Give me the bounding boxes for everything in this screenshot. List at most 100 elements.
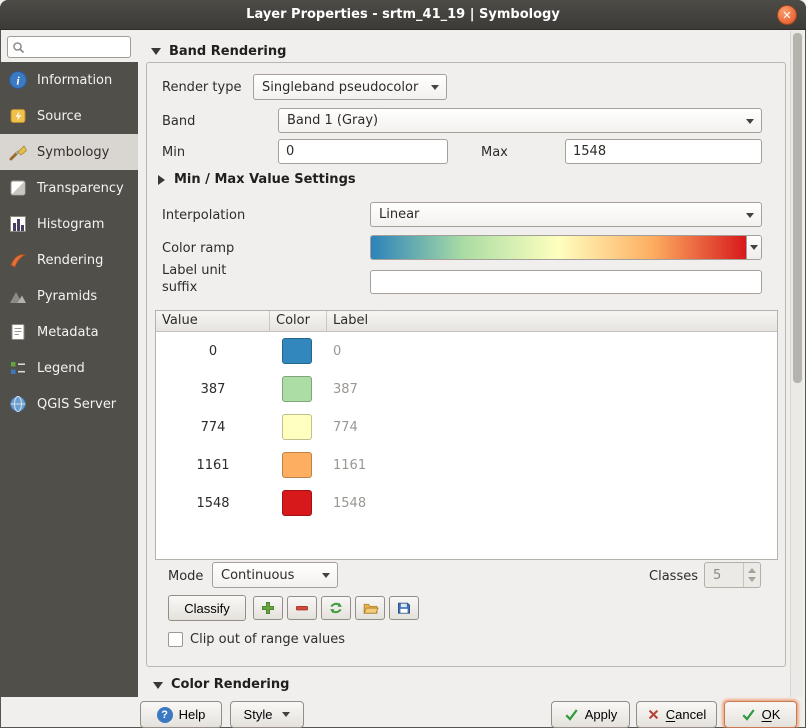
band-combo[interactable]: Band 1 (Gray)	[278, 108, 762, 133]
sidebar-item-label: Histogram	[37, 217, 104, 232]
sidebar-item-rendering[interactable]: Rendering	[0, 242, 138, 278]
color-swatch[interactable]	[282, 452, 312, 478]
mode-combo[interactable]: Continuous	[212, 562, 338, 588]
color-swatch[interactable]	[282, 414, 312, 440]
render-type-combo[interactable]: Singleband pseudocolor	[253, 74, 447, 100]
load-colormap-from-band-button[interactable]	[321, 596, 351, 620]
row-label[interactable]: 774	[327, 420, 777, 435]
table-row[interactable]: 0 0	[156, 332, 777, 370]
symbology-icon	[8, 142, 28, 162]
chevron-down-icon	[750, 245, 758, 250]
row-label[interactable]: 1548	[327, 496, 777, 511]
close-button[interactable]: ✕	[777, 5, 797, 25]
x-icon	[647, 708, 660, 721]
table-row[interactable]: 1548 1548	[156, 484, 777, 522]
histogram-icon	[8, 214, 28, 234]
label-unit-suffix-input[interactable]	[370, 270, 762, 294]
add-value-button[interactable]	[253, 596, 283, 620]
apply-label: Apply	[585, 707, 618, 722]
cancel-button[interactable]: Cancel	[636, 701, 717, 728]
clip-range-checkbox[interactable]	[168, 632, 183, 647]
sidebar-item-source[interactable]: Source	[0, 98, 138, 134]
sidebar-item-symbology[interactable]: Symbology	[0, 134, 138, 170]
minmax-settings-title[interactable]: Min / Max Value Settings	[174, 172, 356, 187]
band-rendering-title[interactable]: Band Rendering	[169, 44, 286, 59]
load-colormap-file-button[interactable]	[355, 596, 385, 620]
row-label[interactable]: 1161	[327, 458, 777, 473]
sidebar-item-metadata[interactable]: Metadata	[0, 314, 138, 350]
row-value[interactable]: 387	[156, 382, 270, 397]
export-colormap-button[interactable]	[389, 596, 419, 620]
row-value[interactable]: 1161	[156, 458, 270, 473]
row-value[interactable]: 1548	[156, 496, 270, 511]
source-icon	[8, 106, 28, 126]
clip-range-label[interactable]: Clip out of range values	[190, 632, 345, 647]
style-menu-button[interactable]: Style	[230, 701, 304, 728]
sidebar-item-transparency[interactable]: Transparency	[0, 170, 138, 206]
sidebar-item-information[interactable]: i Information	[0, 62, 138, 98]
info-icon: i	[8, 70, 28, 90]
min-input[interactable]	[278, 139, 448, 164]
sidebar-item-label: Legend	[37, 361, 85, 376]
minmax-settings-collapse-icon[interactable]	[158, 175, 165, 185]
chevron-down-icon	[282, 712, 290, 717]
sidebar-item-pyramids[interactable]: Pyramids	[0, 278, 138, 314]
color-swatch[interactable]	[282, 338, 312, 364]
band-value: Band 1 (Gray)	[287, 113, 378, 128]
color-swatch[interactable]	[282, 490, 312, 516]
color-ramp-menu-button[interactable]	[746, 236, 761, 259]
band-label: Band	[162, 114, 195, 129]
sidebar-item-label: Symbology	[37, 145, 109, 160]
color-ramp-label: Color ramp	[162, 241, 234, 256]
apply-button[interactable]: Apply	[551, 701, 630, 728]
help-button[interactable]: ? Help	[140, 701, 222, 728]
sidebar-item-label: Pyramids	[37, 289, 97, 304]
label-unit-suffix-label: Label unit suffix	[162, 262, 257, 296]
interpolation-combo[interactable]: Linear	[370, 202, 762, 227]
check-icon	[564, 707, 579, 722]
sidebar-item-histogram[interactable]: Histogram	[0, 206, 138, 242]
table-row[interactable]: 774 774	[156, 408, 777, 446]
sidebar-item-legend[interactable]: Legend	[0, 350, 138, 386]
vertical-scrollbar[interactable]	[790, 31, 803, 697]
style-label: Style	[244, 707, 273, 722]
column-header-value: Value	[156, 311, 270, 331]
row-label[interactable]: 387	[327, 382, 777, 397]
row-value[interactable]: 0	[156, 344, 270, 359]
classes-spinbox: 5	[704, 562, 761, 588]
row-color-cell	[270, 376, 327, 402]
classes-value: 5	[713, 568, 721, 583]
search-input[interactable]	[29, 40, 119, 55]
sidebar-search[interactable]	[7, 36, 131, 58]
classify-button[interactable]: Classify	[168, 595, 246, 621]
titlebar[interactable]: Layer Properties - srtm_41_19 | Symbolog…	[0, 0, 806, 30]
ok-button[interactable]: OK	[724, 701, 797, 728]
chevron-down-icon	[322, 573, 330, 578]
row-label[interactable]: 0	[327, 344, 777, 359]
sidebar-item-label: QGIS Server	[37, 397, 116, 412]
table-row[interactable]: 387 387	[156, 370, 777, 408]
sidebar-item-label: Information	[37, 73, 112, 88]
color-rendering-title[interactable]: Color Rendering	[171, 677, 289, 692]
sidebar-item-label: Metadata	[37, 325, 99, 340]
remove-value-button[interactable]	[287, 596, 317, 620]
column-header-label: Label	[327, 311, 777, 331]
band-rendering-collapse-icon[interactable]	[151, 48, 161, 55]
transparency-icon	[8, 178, 28, 198]
table-header-row: Value Color Label	[156, 311, 777, 332]
sidebar-item-label: Transparency	[37, 181, 124, 196]
table-row[interactable]: 1161 1161	[156, 446, 777, 484]
ok-label: OK	[762, 707, 781, 722]
row-value[interactable]: 774	[156, 420, 270, 435]
max-input[interactable]	[565, 139, 762, 164]
color-rendering-collapse-icon[interactable]	[153, 682, 163, 689]
spin-up-icon	[748, 568, 756, 573]
chevron-down-icon	[431, 85, 439, 90]
sidebar-item-qgis-server[interactable]: QGIS Server	[0, 386, 138, 422]
minus-icon	[294, 600, 310, 616]
spinbox-arrows	[743, 563, 760, 587]
color-swatch[interactable]	[282, 376, 312, 402]
color-ramp-button[interactable]	[370, 235, 762, 260]
row-color-cell	[270, 414, 327, 440]
scrollbar-thumb[interactable]	[793, 33, 802, 383]
